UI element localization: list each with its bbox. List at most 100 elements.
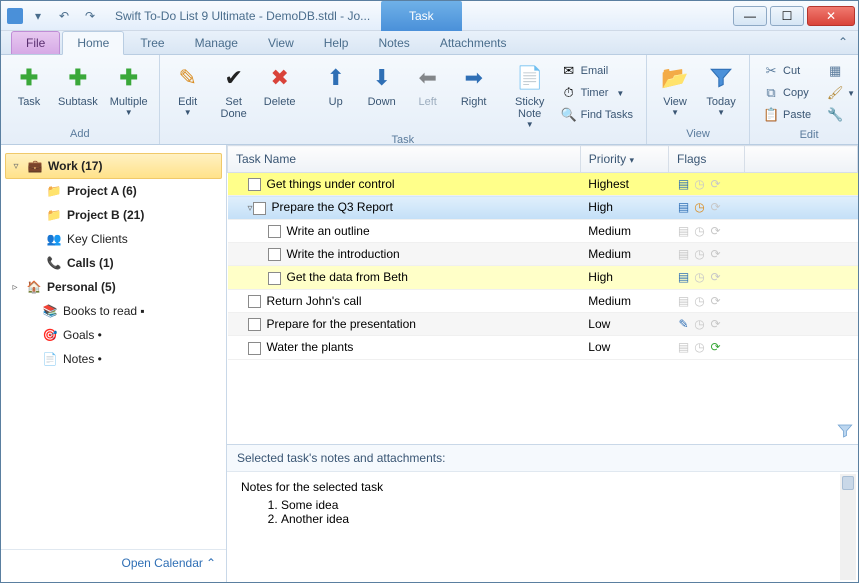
move-up-button[interactable]: ⬆Up [314,59,358,132]
task-row[interactable]: Write the introductionMedium▤◷⟳ [228,242,858,265]
select-all-button[interactable]: ▦ [824,61,858,81]
options-button[interactable]: 🔧 [824,105,858,125]
tree-item[interactable]: ▹🏠Personal (5) [5,275,222,299]
flag-note-icon[interactable]: ▤ [676,177,690,191]
view-button[interactable]: 📂View▼ [653,59,697,126]
folder-tree[interactable]: ▿💼Work (17)📁Project A (6)📁Project B (21)… [1,151,226,549]
task-name-cell[interactable]: Prepare for the presentation [228,312,581,335]
flag-clock-off-icon[interactable]: ◷ [692,317,706,331]
delete-task-button[interactable]: ✖Delete [258,59,302,132]
qat-dropdown[interactable]: ▾ [27,5,49,27]
task-checkbox[interactable] [253,202,266,215]
tree-item[interactable]: 📁Project A (6) [5,179,222,203]
tab-home[interactable]: Home [62,31,124,55]
task-row[interactable]: Write an outlineMedium▤◷⟳ [228,219,858,242]
task-row[interactable]: Get things under controlHighest▤◷⟳ [228,173,858,196]
flag-sync-icon[interactable]: ⟳ [708,340,722,354]
flag-note-off-icon[interactable]: ▤ [676,224,690,238]
tab-notes[interactable]: Notes [364,32,423,54]
tree-item[interactable]: 📄Notes • [5,347,222,371]
tab-view[interactable]: View [254,32,308,54]
flag-clock-off-icon[interactable]: ◷ [692,177,706,191]
task-row[interactable]: Water the plantsLow▤◷⟳ [228,336,858,359]
notes-scrollbar[interactable] [840,474,856,580]
minimize-button[interactable]: — [733,6,767,26]
tab-manage[interactable]: Manage [181,32,252,54]
col-flags[interactable]: Flags [668,146,744,173]
task-grid[interactable]: Task Name Priority ▾ Flags Get things un… [227,145,858,445]
edit-task-button[interactable]: ✎Edit▼ [166,59,210,132]
redo-button[interactable]: ↷ [79,5,101,27]
task-name-cell[interactable]: Write an outline [228,219,581,242]
flag-note-icon[interactable]: ▤ [676,270,690,284]
tree-item[interactable]: 👥Key Clients [5,227,222,251]
flag-note-icon[interactable]: ▤ [676,200,690,214]
flag-clock-off-icon[interactable]: ◷ [692,224,706,238]
tab-help[interactable]: Help [310,32,363,54]
scrollbar-thumb[interactable] [842,476,854,490]
flag-sync-off-icon[interactable]: ⟳ [708,177,722,191]
flag-sync-off-icon[interactable]: ⟳ [708,224,722,238]
find-tasks-button[interactable]: 🔍Find Tasks [558,105,636,125]
filter-funnel-icon[interactable] [836,422,854,440]
tab-attachments[interactable]: Attachments [426,32,521,54]
task-row[interactable]: Prepare for the presentationLow✎◷⟳ [228,312,858,335]
email-button[interactable]: ✉Email [558,61,636,81]
flag-sync-off-icon[interactable]: ⟳ [708,270,722,284]
timer-button[interactable]: ⏱Timer▼ [558,83,636,103]
col-priority[interactable]: Priority ▾ [580,146,668,173]
task-row[interactable]: Return John's callMedium▤◷⟳ [228,289,858,312]
flag-clock-off-icon[interactable]: ◷ [692,270,706,284]
expand-icon[interactable]: ▿ [10,161,22,172]
task-name-cell[interactable]: Water the plants [228,336,581,359]
flag-sync-off-icon[interactable]: ⟳ [708,317,722,331]
task-row[interactable]: Get the data from BethHigh▤◷⟳ [228,266,858,289]
flag-clock-off-icon[interactable]: ◷ [692,247,706,261]
flag-note-off-icon[interactable]: ▤ [676,340,690,354]
flag-clock-off-icon[interactable]: ◷ [692,340,706,354]
flag-sync-off-icon[interactable]: ⟳ [708,247,722,261]
undo-button[interactable]: ↶ [53,5,75,27]
format-button[interactable]: 🖌▼ [824,83,858,103]
new-task-button[interactable]: ✚Task [7,59,51,126]
tree-item[interactable]: 📞Calls (1) [5,251,222,275]
close-button[interactable]: ✕ [807,6,855,26]
cut-button[interactable]: ✂Cut [760,61,814,81]
set-done-button[interactable]: ✔Set Done [212,59,256,132]
tree-item[interactable]: ▿💼Work (17) [5,153,222,179]
flag-sync-off-icon[interactable]: ⟳ [708,200,722,214]
task-checkbox[interactable] [268,225,281,238]
new-multiple-button[interactable]: ✚Multiple▼ [105,59,153,126]
task-checkbox[interactable] [268,248,281,261]
flag-note-off-icon[interactable]: ▤ [676,294,690,308]
col-task-name[interactable]: Task Name [228,146,581,173]
task-checkbox[interactable] [248,295,261,308]
today-filter-button[interactable]: Today▼ [699,59,743,126]
tab-tree[interactable]: Tree [126,32,178,54]
sticky-note-button[interactable]: 📄Sticky Note▼ [508,59,552,132]
tab-file[interactable]: File [11,31,60,54]
task-name-cell[interactable]: Write the introduction [228,242,581,265]
expand-icon[interactable]: ▹ [9,282,21,293]
move-down-button[interactable]: ⬇Down [360,59,404,132]
move-right-button[interactable]: ➡Right [452,59,496,132]
flag-note-edit-icon[interactable]: ✎ [676,317,690,331]
task-checkbox[interactable] [268,272,281,285]
tree-item[interactable]: 🎯Goals • [5,323,222,347]
collapse-ribbon-button[interactable]: ⌃ [838,35,848,49]
maximize-button[interactable]: ☐ [770,6,804,26]
task-name-cell[interactable]: Return John's call [228,289,581,312]
flag-clock-off-icon[interactable]: ◷ [692,294,706,308]
flag-clock-icon[interactable]: ◷ [692,200,706,214]
task-checkbox[interactable] [248,342,261,355]
paste-button[interactable]: 📋Paste [760,105,814,125]
flag-note-off-icon[interactable]: ▤ [676,247,690,261]
task-name-cell[interactable]: Get the data from Beth [228,266,581,289]
tree-item[interactable]: 📚Books to read ▪ [5,299,222,323]
tree-item[interactable]: 📁Project B (21) [5,203,222,227]
new-subtask-button[interactable]: ✚Subtask [53,59,103,126]
context-tab-task[interactable]: Task [381,1,462,31]
copy-button[interactable]: ⧉Copy [760,83,814,103]
open-calendar-link[interactable]: Open Calendar ⌃ [1,549,226,576]
task-name-cell[interactable]: ▿Prepare the Q3 Report [228,196,581,219]
